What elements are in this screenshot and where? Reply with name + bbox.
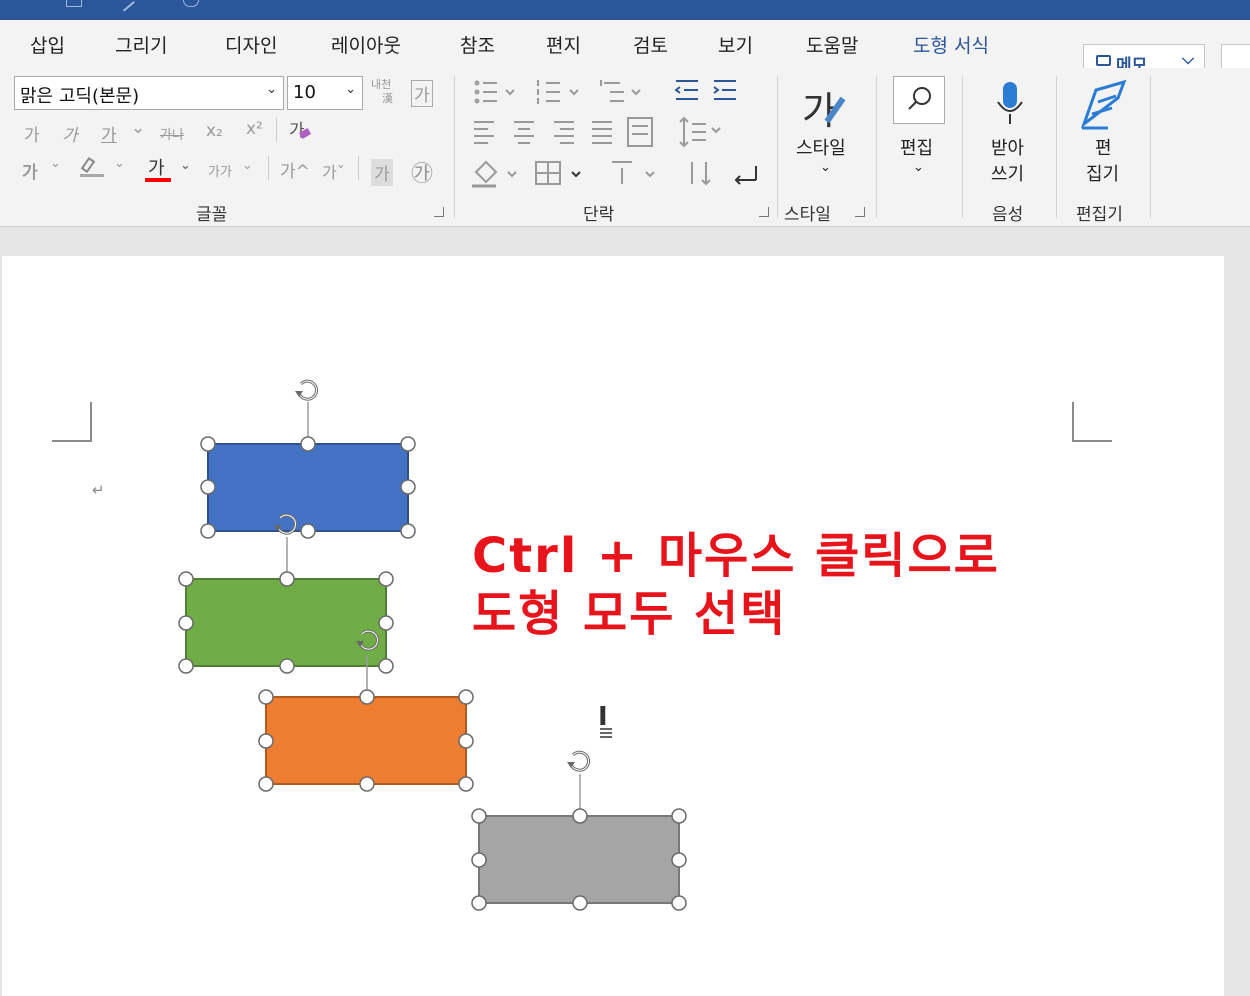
shapes-layer [178,379,687,911]
shape-green-rectangle[interactable] [178,513,394,674]
cursor-lines-icon [600,728,612,738]
rotate-handle-icon[interactable] [565,750,591,772]
rotate-handle-icon[interactable] [293,379,319,401]
shape-gray-rectangle[interactable] [471,750,687,911]
shape-blue-rectangle[interactable] [200,379,416,539]
annotation-line-2: 도형 모두 선택 [472,586,787,642]
annotation-text: Ctrl + 마우스 클릭으로 도형 모두 선택 [472,527,1000,643]
annotation-line-1: Ctrl + 마우스 클릭으로 [472,528,1000,584]
